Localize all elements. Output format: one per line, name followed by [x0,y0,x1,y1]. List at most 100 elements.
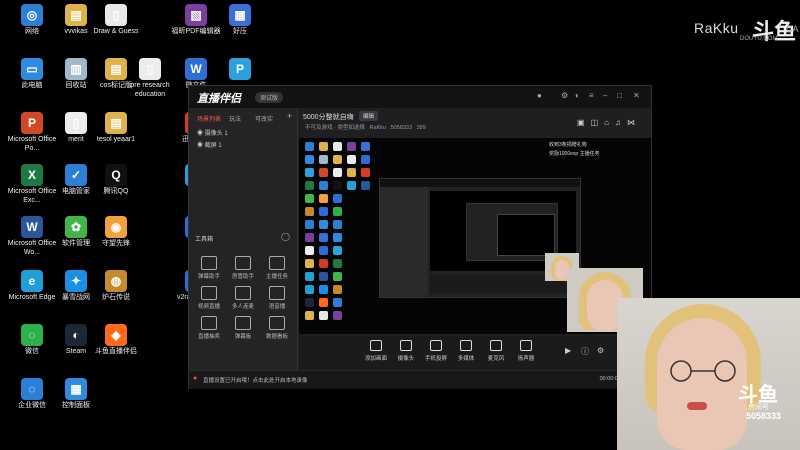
tab-play[interactable]: 玩法 [229,114,241,123]
preview-desktop-icon [319,246,328,255]
nested-preview-2 [497,214,555,256]
desktop-icon-label: 好压 [233,28,247,35]
tool-label: 主播任务 [265,274,288,280]
settings-icon[interactable]: ⚙ [561,91,568,100]
preview-desktop-icon [333,207,342,216]
media-button[interactable]: 多媒体 [453,340,479,362]
network-icon: ◎ [21,4,43,26]
tool-label: 数据看板 [265,334,288,340]
wps-icon: W [185,58,207,80]
tool-task[interactable]: 主播任务 [261,256,293,280]
media-icon [460,340,472,351]
edge-icon: e [21,270,43,292]
room-actions[interactable]: ▣◫⌂♫⋈ [577,118,641,127]
nested-left-panel [380,187,428,297]
maximize-icon[interactable]: □ [617,91,622,100]
gift-icon[interactable]: ▣ [577,118,591,127]
scene-item[interactable]: ◉ 摄像头 1 [197,128,228,137]
desktop-icon[interactable]: ◍ 炉石传说 [90,270,142,303]
software-manager-icon: ✿ [65,216,87,238]
skin-icon[interactable]: ◐ [575,91,580,100]
close-icon[interactable]: ✕ [633,91,640,100]
eye-icon[interactable]: ◉ [197,143,203,149]
desktop-icon[interactable]: ▯ pre research education [124,58,176,99]
overwatch-icon: ◉ [105,216,127,238]
tool-danmaku-board[interactable]: 弹幕板 [227,316,259,340]
share-icon[interactable]: ◫ [591,118,605,127]
preview-desktop-icon [333,298,342,307]
tool-data-board[interactable]: 数据看板 [261,316,293,340]
desktop-icon-label: 守望先锋 [102,240,130,247]
tool-multi-mic[interactable]: 多人连麦 [227,286,259,310]
user-avatar[interactable]: ● [537,91,542,100]
tab-edit[interactable]: 可改实 [255,114,273,123]
speaker-icon [520,340,532,351]
add-screen-button[interactable]: 添加画面 [363,340,389,362]
room-info-bar: 5000分整就自嗨 编辑 不可及游戏 · 类型如选择 RaKku 5058333… [299,108,651,138]
edit-button[interactable]: 编辑 [359,111,379,121]
tool-label: 弹幕助手 [197,274,220,280]
desktop-icon-label: 控制面板 [62,402,90,409]
preview-desktop-icon [305,194,314,203]
voice-icon [269,286,285,300]
bottom-toolbar: 添加画面 摄像头 手机投屏 多媒体 麦克风 扬声器 ▶ ⓘ ⚙ [299,336,651,370]
tool-danmaku[interactable]: 弹幕助手 [193,256,225,280]
preview-desktop-icon [319,285,328,294]
warning-icon: ● [193,375,198,382]
toolbar-label: 麦克风 [487,356,505,362]
recycle-bin-icon: ▥ [65,58,87,80]
scene-label: 截屏 1 [204,143,222,149]
tool-label: 语音播 [268,304,286,310]
tool-lottery[interactable]: 直播抽奖 [193,316,225,340]
phone-cast-button[interactable]: 手机投屏 [423,340,449,362]
preview-desktop-icon [333,233,342,242]
record-icon[interactable]: ▶ [565,346,571,355]
preview-desktop-icon [305,233,314,242]
douyu-companion-icon: ◆ [105,324,127,346]
status-text[interactable]: 直播设置已开启哦！点击此处开启本地录像 [203,376,308,384]
desktop-icon[interactable]: ◆ 斗鱼直播伴侣 [90,324,142,357]
desktop-icon[interactable]: P [214,58,266,82]
eye-icon[interactable]: ◉ [197,131,203,137]
bell-icon[interactable]: ♫ [615,118,627,127]
desktop-icon[interactable]: ▤ tesol yeaar1 [90,112,142,145]
desktop-icon[interactable]: ▦ 控制面板 [50,378,102,411]
tool-moderator[interactable]: 房管助手 [227,256,259,280]
scene-item[interactable]: ◉ 截屏 1 [197,140,222,149]
desktop-icon[interactable]: ▯ Draw & Guess [90,4,142,37]
preview-desktop-icon [305,259,314,268]
microphone-button[interactable]: 麦克风 [483,340,509,362]
speaker-button[interactable]: 扬声器 [513,340,539,362]
info-icon[interactable]: ⓘ [581,346,589,357]
desktop-icon[interactable]: ▦ 好压 [214,4,266,37]
menu-icon[interactable]: ≡ [589,91,594,100]
preview-desktop-icon [305,220,314,229]
home-icon[interactable]: ⌂ [604,118,615,127]
status-bar: ● 直播设置已开启哦！点击此处开启本地录像 00:00:00 [189,370,651,389]
preview-desktop-icon [319,168,328,177]
gear-icon[interactable]: ⚙ [597,346,604,355]
preview-desktop-icon [333,142,342,151]
toolbar-label: 手机投屏 [424,356,447,362]
version-badge[interactable]: 测试版 [255,92,284,103]
room-meta: 不可及游戏 · 类型如选择 RaKku 5058333 399 [305,123,426,131]
preview-desktop-icon [333,285,342,294]
toolbox-toggle-icon[interactable]: ◯ [281,232,290,241]
tab-scenes[interactable]: 场景列表 [197,114,221,123]
camera-button[interactable]: 摄像头 [393,340,419,362]
room-number: 5058333 [390,125,413,131]
tool-video-live[interactable]: 视频直播 [193,286,225,310]
pdf-icon: P [229,58,251,80]
desktop-icon[interactable]: Q 腾讯QQ [90,164,142,197]
moderator-icon [235,256,251,270]
preview-desktop-icon [361,155,370,164]
add-scene-button[interactable]: + [287,111,292,121]
preview-desktop-icon [333,181,342,190]
minimize-icon[interactable]: – [603,91,607,100]
preview-desktop-icon [333,194,342,203]
network-share-icon[interactable]: ⋈ [627,118,641,127]
file-icon: ▯ [105,4,127,26]
preview-desktop-icon [305,246,314,255]
desktop-icon[interactable]: ◉ 守望先锋 [90,216,142,249]
tool-voice[interactable]: 语音播 [261,286,293,310]
